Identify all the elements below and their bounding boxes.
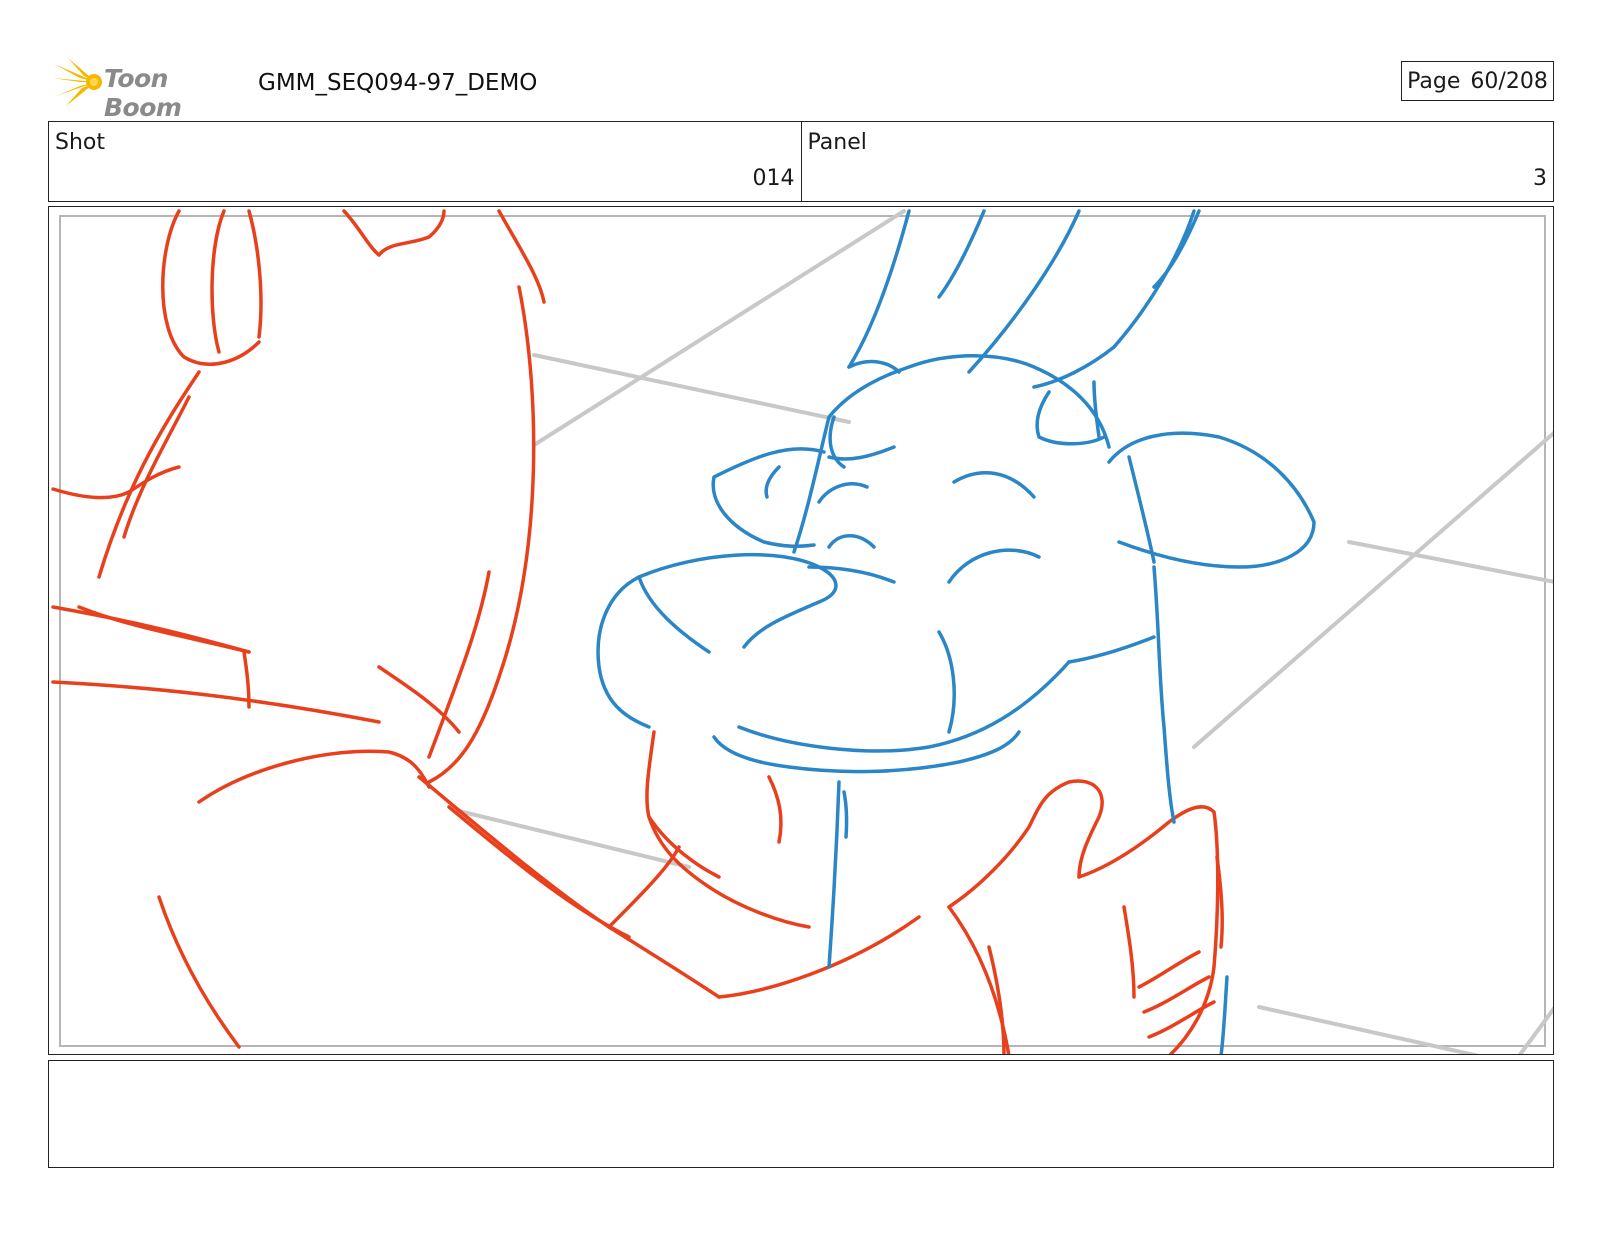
caption-box — [48, 1060, 1554, 1168]
safe-frame — [59, 215, 1546, 1047]
background-lines — [457, 209, 1553, 1054]
panel-sketch — [51, 209, 1553, 1054]
logo-text: Toon Boom — [104, 64, 182, 122]
toon-boom-logo: Toon Boom — [50, 56, 245, 122]
panel-value: 3 — [1533, 166, 1547, 191]
document-title: GMM_SEQ094-97_DEMO — [258, 70, 538, 96]
shot-label: Shot — [55, 130, 105, 155]
starburst-icon — [52, 58, 102, 106]
shot-value: 014 — [752, 166, 795, 191]
shot-cell: Shot 014 — [49, 122, 801, 201]
shot-panel-info: Shot 014 Panel 3 — [48, 121, 1554, 202]
storyboard-panel — [48, 206, 1554, 1055]
page-indicator: Page 60/208 — [1401, 61, 1554, 101]
panel-cell: Panel 3 — [800, 122, 1554, 201]
panel-label: Panel — [807, 130, 867, 155]
red-character-sketch — [51, 209, 1224, 1054]
page-number: 60/208 — [1470, 68, 1548, 94]
page-label: Page — [1407, 68, 1461, 94]
